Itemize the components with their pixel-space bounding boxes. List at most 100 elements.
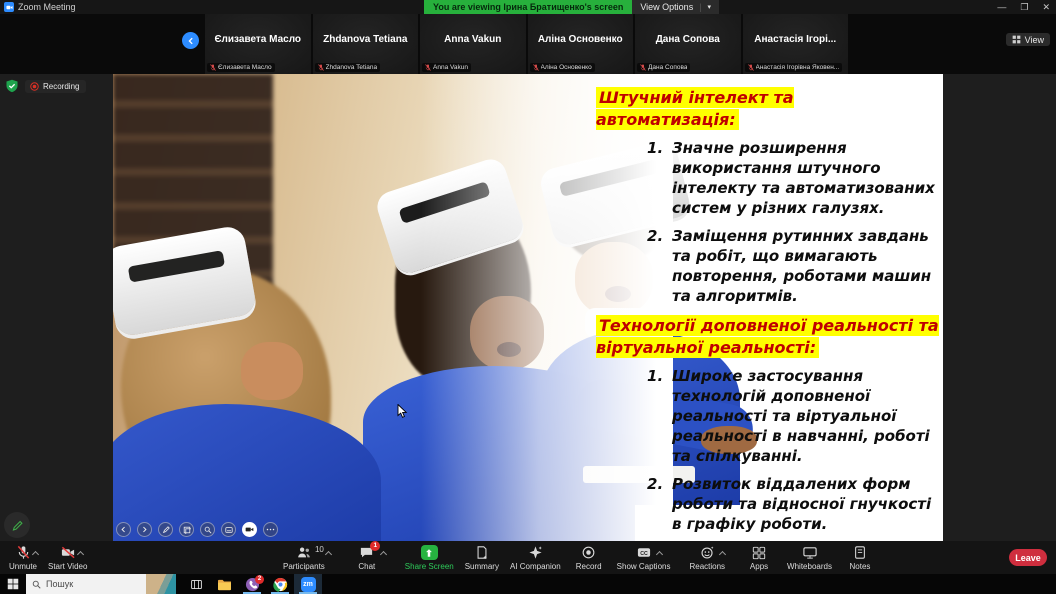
viber-button[interactable]: 2 [238,574,266,594]
participants-label: Participants [283,561,325,571]
minimize-button[interactable]: — [997,0,1006,14]
slide-section-arvr: Технології доповненої реальності та вірт… [596,315,940,534]
slide-list-item: Значне розширення використання штучного … [647,138,935,217]
windows-logo-icon [7,578,19,590]
whiteboard-icon [802,545,818,561]
zoom-slide-button[interactable] [200,522,215,537]
chat-caret[interactable] [380,550,388,558]
start-video-label: Start Video [48,561,88,571]
ai-companion-label: AI Companion [509,561,561,571]
recording-label: Recording [43,81,80,91]
pen-tool-button[interactable] [158,522,173,537]
chrome-button[interactable] [266,574,294,594]
muted-mic-icon [317,64,324,71]
participants-button[interactable]: 10 Participants [283,541,332,574]
leave-button-label: Leave [1015,552,1041,563]
see-all-slides-button[interactable] [179,522,194,537]
participants-count: 10 [314,544,324,554]
participant-label: Єлизавета Масло [218,64,272,71]
participants-caret[interactable] [324,550,332,558]
reactions-button[interactable]: Reactions [689,541,726,574]
show-captions-button[interactable]: CC Show Captions [617,541,670,574]
participant-label: Zhdanova Tetiana [325,64,378,71]
application-window: Zoom Meeting You are viewing Ірина Брати… [0,0,1056,594]
view-options-button[interactable]: View Options | ▾ [632,0,720,14]
captions-caret[interactable] [655,550,663,558]
zoom-app-icon [4,2,14,12]
recording-indicator[interactable]: Recording [25,79,87,93]
chat-button[interactable]: 1 Chat [350,540,388,574]
search-icon [32,580,41,589]
previous-slide-button[interactable] [116,522,131,537]
captions-icon: CC [636,545,663,561]
slide-list-item: Широке застосування технологій доповнено… [647,366,930,465]
close-button[interactable]: ✕ [1042,0,1050,14]
grid-view-icon [1012,35,1020,44]
annotation-pencil-button[interactable] [4,512,30,538]
mute-button[interactable]: Unmute [6,541,40,574]
more-options-button[interactable] [263,522,278,537]
pencil-icon [12,520,23,531]
participant-tile[interactable]: Анастасія Ігорі... Анастасія Ігорівна Як… [742,14,848,74]
record-button[interactable]: Record [572,541,606,574]
collapse-strip-button[interactable] [182,32,199,49]
subtitles-button[interactable] [221,522,236,537]
mic-options-caret[interactable] [31,550,39,558]
summary-button[interactable]: Summary [465,541,499,574]
file-explorer-button[interactable] [210,574,238,594]
muted-mic-icon [210,64,216,71]
share-screen-button[interactable]: Share Screen [405,541,454,574]
participant-strip: Єлизавета Масло Єлизавета Масло Zhdanova… [0,14,1056,74]
window-title: Zoom Meeting [18,2,76,12]
zoom-taskbar-icon: zm [300,576,316,592]
notes-button[interactable]: Notes [843,541,877,574]
participant-tile[interactable]: Anna Vakun Anna Vakun [420,14,526,74]
participant-tile[interactable]: Zhdanova Tetiana Zhdanova Tetiana [312,14,418,74]
search-box-picture [146,574,176,594]
chrome-icon [272,577,287,592]
participant-tile[interactable]: Дана Сопова Дана Сопова [635,14,741,74]
reactions-smiley-icon [700,545,726,561]
participant-tile[interactable]: Єлизавета Масло Єлизавета Масло [205,14,311,74]
summary-label: Summary [464,561,499,571]
participant-name: Zhdanova Tetiana [323,34,408,45]
screen-share-banner: You are viewing Ірина Братищенко's scree… [424,0,633,14]
slide-list-item: Заміщення рутинних завдань та робіт, що … [647,226,932,305]
leave-button[interactable]: Leave [1009,549,1047,566]
apps-grid-icon [752,545,766,561]
mute-button-label: Unmute [8,561,37,571]
slide-heading-ai: Штучний інтелект та автоматизація: [596,87,794,130]
record-icon [581,545,596,561]
muted-mic-icon [747,64,754,71]
presentation-slide: Штучний інтелект та автоматизація: Значн… [113,74,943,541]
shared-screen-area: Штучний інтелект та автоматизація: Значн… [0,74,1056,541]
participant-label: Дана Сопова [648,64,688,71]
reactions-caret[interactable] [718,550,726,558]
participant-tile[interactable]: Аліна Основенко Аліна Основенко [527,14,633,74]
record-label: Record [575,561,602,571]
notes-label: Notes [849,561,871,571]
video-options-caret[interactable] [76,550,84,558]
start-button[interactable] [0,574,26,594]
apps-button[interactable]: Apps [742,541,776,574]
muted-mic-icon [532,64,539,71]
whiteboards-label: Whiteboards [787,561,832,571]
zoom-toolbar: Unmute Start Video 10 Participants 1 Cha… [0,540,1056,574]
participant-name: Єлизавета Масло [214,34,302,45]
viber-badge: 2 [255,575,264,584]
next-slide-button[interactable] [137,522,152,537]
view-button[interactable]: View [1005,33,1050,46]
participant-name: Аліна Основенко [537,34,623,45]
zoom-taskbar-button[interactable]: zm [294,574,322,594]
maximize-button[interactable]: ❐ [1020,0,1028,14]
ai-companion-button[interactable]: AI Companion [510,541,561,574]
task-view-button[interactable] [182,574,210,594]
participant-name: Анастасія Ігорі... [754,34,837,45]
notes-icon [853,545,867,561]
whiteboards-button[interactable]: Whiteboards [787,541,832,574]
title-bar: Zoom Meeting You are viewing Ірина Брати… [0,0,1056,14]
taskbar-search-input[interactable]: Пошук [26,574,176,594]
start-video-button[interactable]: Start Video [48,541,87,574]
video-off-icon [60,545,84,561]
camera-cameo-button[interactable] [242,522,257,537]
